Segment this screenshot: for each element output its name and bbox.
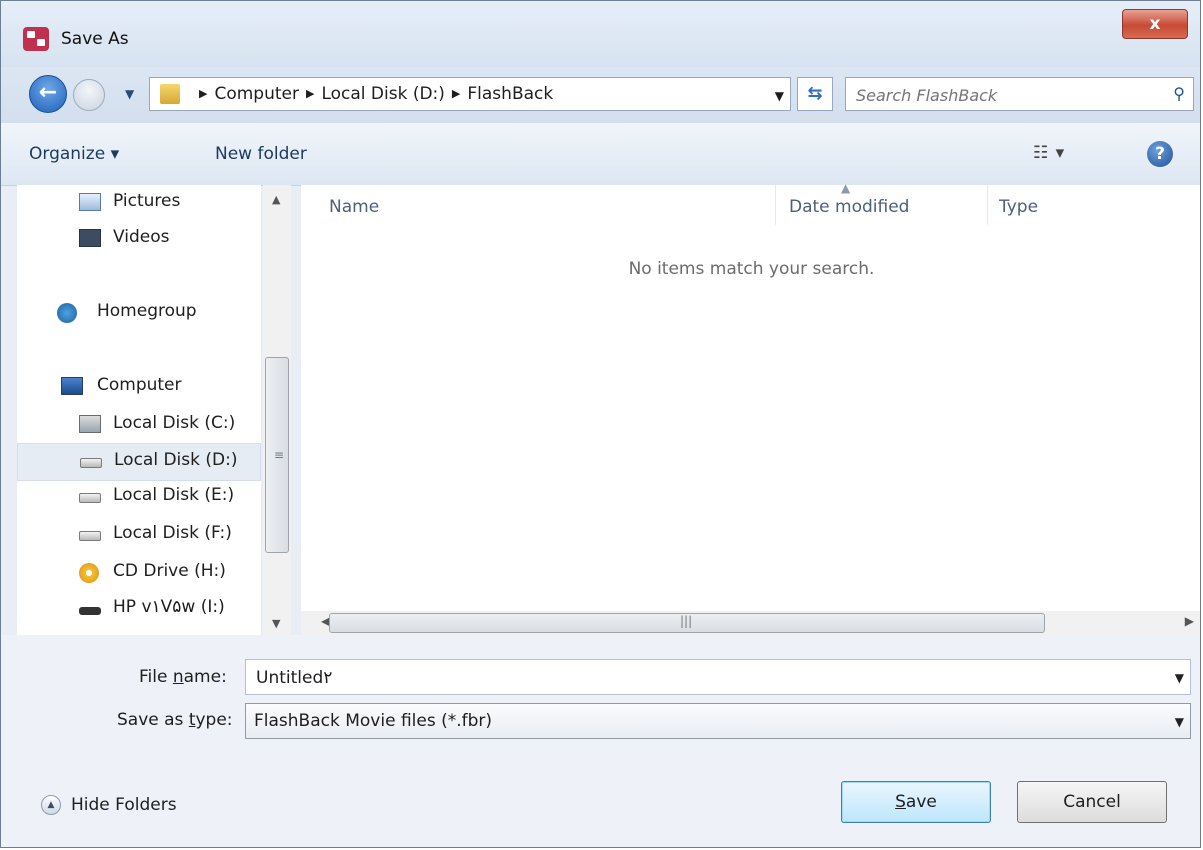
window-title: Save As	[61, 29, 129, 49]
column-divider[interactable]	[775, 185, 776, 225]
sidebar-item-label: Local Disk (D:)	[114, 450, 238, 470]
breadcrumb-flashback[interactable]: FlashBack	[467, 84, 553, 104]
column-header-name[interactable]: Name	[329, 197, 379, 217]
back-button[interactable]: ←	[29, 75, 67, 113]
sidebar-item-homegroup[interactable]: Homegroup	[17, 295, 261, 333]
address-bar[interactable]: ▶ Computer ▶ Local Disk (D:) ▶ FlashBack ▼	[149, 77, 791, 111]
scrollbar-thumb[interactable]: |||	[329, 613, 1045, 633]
forward-button[interactable]	[73, 79, 105, 111]
sidebar-item-label: Pictures	[113, 191, 181, 211]
recent-locations-dropdown[interactable]: ▼	[125, 87, 134, 101]
file-name-combobox[interactable]: ▼	[245, 659, 1191, 696]
sidebar-item-local-disk-f[interactable]: Local Disk (F:)	[17, 517, 261, 555]
disk-icon	[80, 458, 102, 468]
navigation-pane-scrollbar[interactable]: ▲ ≡ ▼	[263, 185, 291, 635]
removable-drive-icon	[79, 607, 101, 615]
cd-drive-icon	[79, 563, 99, 583]
column-header-date-modified[interactable]: Date modified	[789, 197, 909, 217]
scroll-right-icon[interactable]: ▶	[1185, 614, 1194, 628]
breadcrumb-local-disk-d[interactable]: Local Disk (D:)	[321, 84, 444, 104]
save-as-type-value: FlashBack Movie files (*.fbr)	[254, 711, 493, 731]
button-label: ave	[905, 792, 937, 812]
sidebar-item-label: Local Disk (C:)	[113, 413, 236, 433]
hide-folders-button[interactable]: ▲ Hide Folders	[41, 795, 177, 815]
column-divider[interactable]	[987, 185, 988, 225]
sidebar-item-videos[interactable]: Videos	[17, 221, 261, 259]
file-name-label: File name:	[139, 667, 227, 687]
sidebar-item-local-disk-d[interactable]: Local Disk (D:)	[17, 443, 261, 481]
sidebar-item-computer[interactable]: Computer	[17, 369, 261, 407]
label-text: Save as	[117, 710, 189, 730]
button-accelerator: S	[895, 792, 906, 812]
hide-folders-label: Hide Folders	[71, 795, 177, 815]
sidebar-item-label: CD Drive (H:)	[113, 561, 226, 581]
grip-icon: ≡	[274, 448, 285, 462]
breadcrumb-computer[interactable]: Computer	[214, 84, 299, 104]
disk-icon	[79, 493, 101, 503]
sidebar-item-hp-drive-i[interactable]: HP v١V۵w (I:)	[17, 591, 261, 629]
system-disk-icon	[79, 415, 101, 433]
videos-icon	[79, 229, 101, 247]
chevron-down-icon[interactable]: ▼	[1175, 715, 1184, 729]
sidebar-item-cd-drive-h[interactable]: CD Drive (H:)	[17, 555, 261, 593]
label-text: File	[139, 667, 173, 687]
back-arrow-icon: ←	[38, 80, 58, 105]
chevron-up-icon: ▲	[41, 795, 61, 815]
flashback-app-icon	[23, 27, 49, 51]
search-input[interactable]	[854, 78, 1158, 112]
homegroup-icon	[57, 303, 77, 323]
sidebar-item-label: HP v١V۵w (I:)	[113, 597, 225, 617]
save-as-type-label: Save as type:	[117, 710, 233, 730]
title-bar: Save As x	[1, 1, 1200, 67]
pictures-icon	[79, 193, 101, 211]
file-list-horizontal-scrollbar[interactable]: ◀ ||| ▶	[301, 611, 1200, 635]
breadcrumb-separator-icon[interactable]: ▶	[452, 87, 460, 100]
command-bar	[1, 123, 1200, 186]
sidebar-item-label: Local Disk (E:)	[113, 485, 235, 505]
refresh-button[interactable]: ⇆	[797, 77, 833, 111]
search-box[interactable]: ⚲	[845, 77, 1194, 112]
address-dropdown-icon[interactable]: ▼	[775, 89, 784, 103]
sidebar-item-label: Homegroup	[97, 301, 197, 321]
grip-icon: |||	[680, 614, 693, 628]
refresh-icon: ⇆	[807, 83, 823, 104]
search-icon[interactable]: ⚲	[1173, 84, 1185, 103]
organize-menu[interactable]: Organize ▾	[29, 144, 119, 164]
save-button[interactable]: Save	[841, 781, 991, 823]
breadcrumb-separator-icon[interactable]: ▶	[199, 87, 207, 100]
chevron-down-icon[interactable]: ▼	[1175, 671, 1184, 685]
sidebar-item-local-disk-e[interactable]: Local Disk (E:)	[17, 479, 261, 517]
sidebar-item-label: Local Disk (F:)	[113, 523, 232, 543]
label-text: ype:	[195, 710, 233, 730]
change-view-icon[interactable]: ☷ ▾	[1033, 143, 1065, 163]
scroll-up-icon[interactable]: ▲	[272, 193, 280, 206]
navigation-pane: Pictures Videos Homegroup Computer Local…	[17, 185, 261, 635]
file-name-input[interactable]	[254, 660, 1138, 696]
label-accelerator: n	[172, 667, 184, 687]
sort-ascending-icon: ▲	[841, 181, 851, 195]
sidebar-item-local-disk-c[interactable]: Local Disk (C:)	[17, 407, 261, 445]
disk-icon	[79, 531, 101, 541]
breadcrumb-separator-icon[interactable]: ▶	[306, 87, 314, 100]
label-text: ame:	[183, 667, 227, 687]
empty-list-message: No items match your search.	[628, 259, 875, 279]
save-as-dialog: Save As x ← ▼ ▶ Computer ▶ Local Disk (D:) ▶…	[0, 0, 1201, 848]
column-header-type[interactable]: Type	[999, 197, 1038, 217]
new-folder-button[interactable]: New folder	[215, 144, 307, 164]
scrollbar-thumb[interactable]: ≡	[265, 357, 289, 553]
save-as-type-select[interactable]: FlashBack Movie files (*.fbr) ▼	[245, 703, 1191, 739]
file-list[interactable]: ▲ Name Date modified Type No items match…	[301, 181, 1200, 611]
folder-icon	[160, 84, 180, 104]
help-icon[interactable]: ?	[1147, 141, 1173, 167]
sidebar-item-label: Computer	[97, 375, 182, 395]
computer-icon	[61, 377, 83, 395]
close-button[interactable]: x	[1122, 9, 1188, 39]
breadcrumb: ▶ Computer ▶ Local Disk (D:) ▶ FlashBack	[192, 84, 553, 104]
cancel-button[interactable]: Cancel	[1017, 781, 1167, 823]
sidebar-item-pictures[interactable]: Pictures	[17, 185, 261, 223]
sidebar-item-label: Videos	[113, 227, 170, 247]
scroll-down-icon[interactable]: ▼	[272, 617, 280, 630]
